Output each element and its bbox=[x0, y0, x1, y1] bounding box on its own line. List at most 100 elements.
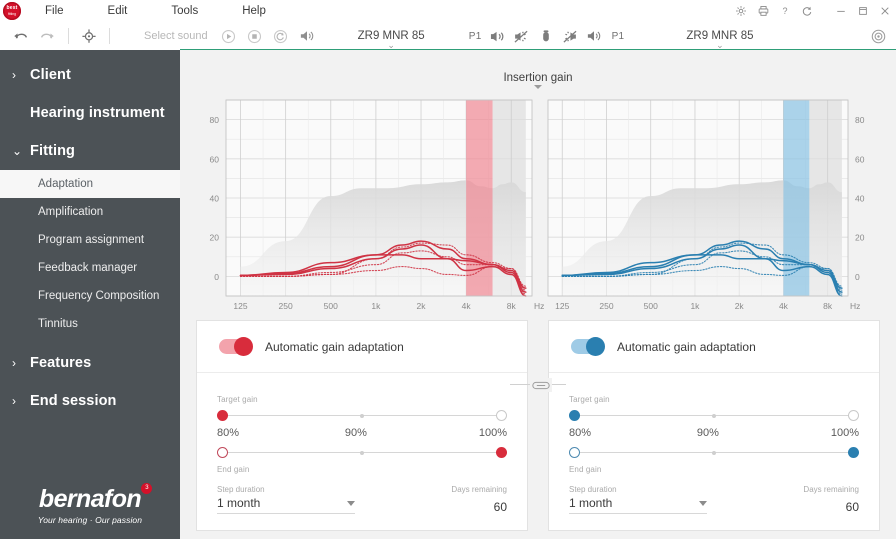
gear-icon[interactable] bbox=[730, 0, 752, 22]
svg-text:8k: 8k bbox=[823, 301, 833, 311]
sidebar-item-end-session[interactable]: › End session bbox=[0, 382, 180, 420]
svg-text:80: 80 bbox=[210, 115, 220, 125]
sidebar-item-amplification[interactable]: Amplification bbox=[0, 198, 180, 226]
left-hearing-aid-icon[interactable] bbox=[486, 22, 510, 50]
sidebar-item-adaptation[interactable]: Adaptation bbox=[0, 170, 180, 198]
sidebar-item-feedback-manager[interactable]: Feedback manager bbox=[0, 254, 180, 282]
svg-text:250: 250 bbox=[599, 301, 613, 311]
right-scale-min: 80% bbox=[569, 427, 592, 439]
refresh-icon[interactable] bbox=[796, 0, 818, 22]
stop-icon[interactable] bbox=[242, 22, 268, 50]
right-target-gain-label: Target gain bbox=[569, 395, 610, 404]
right-target-gain-knob-low[interactable] bbox=[569, 410, 580, 421]
maximize-button[interactable] bbox=[852, 0, 874, 22]
sidebar-item-tinnitus[interactable]: Tinnitus bbox=[0, 310, 180, 338]
svg-text:1k: 1k bbox=[690, 301, 700, 311]
left-panel-body: Target gain 80% 90% 100% End gain bbox=[197, 373, 527, 474]
chevron-right-icon: › bbox=[12, 68, 16, 82]
sidebar-item-hearing-instrument[interactable]: Hearing instrument bbox=[0, 94, 180, 132]
right-program-label: P1 bbox=[611, 30, 625, 42]
left-days-remaining-label: Days remaining bbox=[451, 485, 507, 494]
right-bottom-row: Step duration Days remaining 1 month 60 bbox=[569, 485, 859, 514]
left-step-duration-caret-icon bbox=[347, 500, 355, 506]
left-toggle-knob bbox=[234, 337, 253, 356]
right-bottom-labels: Step duration Days remaining bbox=[569, 485, 859, 494]
printer-icon[interactable] bbox=[752, 0, 774, 22]
left-days-remaining-value: 60 bbox=[493, 500, 507, 514]
left-bottom-labels: Step duration Days remaining bbox=[217, 485, 507, 494]
sidebar-item-features[interactable]: › Features bbox=[0, 344, 180, 382]
app-logo: best fitting bbox=[3, 2, 21, 20]
battery-icon[interactable] bbox=[534, 22, 558, 50]
left-scale-max: 100% bbox=[478, 427, 507, 439]
sidebar-item-program-assignment[interactable]: Program assignment bbox=[0, 226, 180, 254]
insertion-gain-chart-left[interactable]: 0 20 40 60 80 125 250 500 1k 2k 4k 8k Hz bbox=[192, 88, 544, 326]
menu-bar: best fitting File Edit Tools Help ? bbox=[0, 0, 896, 22]
help-icon[interactable]: ? bbox=[774, 0, 796, 22]
right-scale-max: 100% bbox=[830, 427, 859, 439]
right-device-label[interactable]: ZR9 MNR 85 ⌄ bbox=[686, 30, 753, 50]
menu-help[interactable]: Help bbox=[236, 0, 272, 22]
speaker-icon[interactable] bbox=[294, 22, 320, 50]
svg-text:2k: 2k bbox=[735, 301, 745, 311]
toolbar-divider-1 bbox=[68, 28, 69, 44]
right-end-gain-knob-low[interactable] bbox=[569, 447, 580, 458]
tuning-icon[interactable] bbox=[866, 22, 890, 50]
svg-text:60: 60 bbox=[210, 154, 220, 164]
target-icon[interactable] bbox=[77, 22, 101, 50]
right-target-gain-knob-high[interactable] bbox=[848, 410, 859, 421]
left-target-gain-knob-high[interactable] bbox=[496, 410, 507, 421]
main-content: Insertion gain 0 20 40 60 80 125 250 500 1k 2k 4k 8… bbox=[180, 50, 896, 539]
sidebar-item-client[interactable]: › Client bbox=[0, 56, 180, 94]
app-logo-top-text: best bbox=[6, 5, 18, 11]
sidebar-item-amplification-label: Amplification bbox=[38, 206, 104, 218]
right-target-gain-midtick bbox=[712, 413, 716, 418]
svg-text:?: ? bbox=[782, 6, 787, 16]
insertion-gain-chart-right[interactable]: 0 20 40 60 80 125 250 500 1k 2k 4k 8k Hz bbox=[536, 88, 888, 326]
right-step-duration-value: 1 month bbox=[569, 496, 613, 510]
sidebar-item-frequency-composition[interactable]: Frequency Composition bbox=[0, 282, 180, 310]
right-end-gain-label: End gain bbox=[569, 465, 602, 474]
close-button[interactable] bbox=[874, 0, 896, 22]
svg-text:4k: 4k bbox=[779, 301, 789, 311]
minimize-button[interactable] bbox=[830, 0, 852, 22]
left-target-gain-slider[interactable] bbox=[217, 408, 507, 424]
brand-logo: bernafon 3 Your hearing · Our passion bbox=[0, 483, 180, 525]
toolbar: Select sound ZR9 MNR 85 ⌄ P1 P1 ZR9 MNR … bbox=[0, 22, 896, 54]
sidebar-item-program-assignment-label: Program assignment bbox=[38, 234, 145, 246]
mute-right-icon[interactable] bbox=[558, 22, 582, 50]
left-device-label[interactable]: ZR9 MNR 85 ⌄ bbox=[358, 30, 425, 50]
mute-left-icon[interactable] bbox=[510, 22, 534, 50]
left-step-duration-select[interactable]: 1 month bbox=[217, 496, 355, 514]
right-scale-mid: 90% bbox=[696, 427, 719, 439]
left-end-gain-slider[interactable] bbox=[217, 445, 507, 461]
left-end-gain-knob-low[interactable] bbox=[217, 447, 228, 458]
svg-text:500: 500 bbox=[324, 301, 338, 311]
left-target-gain-knob-low[interactable] bbox=[217, 410, 228, 421]
left-automatic-gain-adaptation-toggle[interactable] bbox=[219, 337, 253, 356]
left-end-gain-knob-high[interactable] bbox=[496, 447, 507, 458]
right-days-remaining-label: Days remaining bbox=[803, 485, 859, 494]
play-icon[interactable] bbox=[216, 22, 242, 50]
link-icon[interactable] bbox=[530, 378, 552, 392]
left-scale-mid: 90% bbox=[344, 427, 367, 439]
right-panel-body: Target gain 80% 90% 100% End gain bbox=[549, 373, 879, 474]
menu-file[interactable]: File bbox=[39, 0, 70, 22]
sidebar-item-end-session-label: End session bbox=[30, 393, 117, 409]
redo-icon[interactable] bbox=[34, 22, 60, 54]
right-automatic-gain-adaptation-toggle[interactable] bbox=[571, 337, 605, 356]
brand-name-text: bernafon bbox=[38, 485, 142, 513]
sidebar-item-client-label: Client bbox=[30, 67, 71, 83]
menu-edit[interactable]: Edit bbox=[102, 0, 134, 22]
menu-tools[interactable]: Tools bbox=[165, 0, 204, 22]
volume-icon[interactable] bbox=[582, 22, 606, 50]
right-target-gain-slider[interactable] bbox=[569, 408, 859, 424]
right-end-gain-knob-high[interactable] bbox=[848, 447, 859, 458]
select-sound-label: Select sound bbox=[144, 30, 208, 42]
loop-icon[interactable] bbox=[268, 22, 294, 50]
right-end-gain-slider[interactable] bbox=[569, 445, 859, 461]
undo-icon[interactable] bbox=[8, 22, 34, 54]
right-step-duration-select[interactable]: 1 month bbox=[569, 496, 707, 514]
sidebar-item-fitting[interactable]: ⌄ Fitting bbox=[0, 132, 180, 170]
chart-title[interactable]: Insertion gain bbox=[180, 72, 896, 89]
